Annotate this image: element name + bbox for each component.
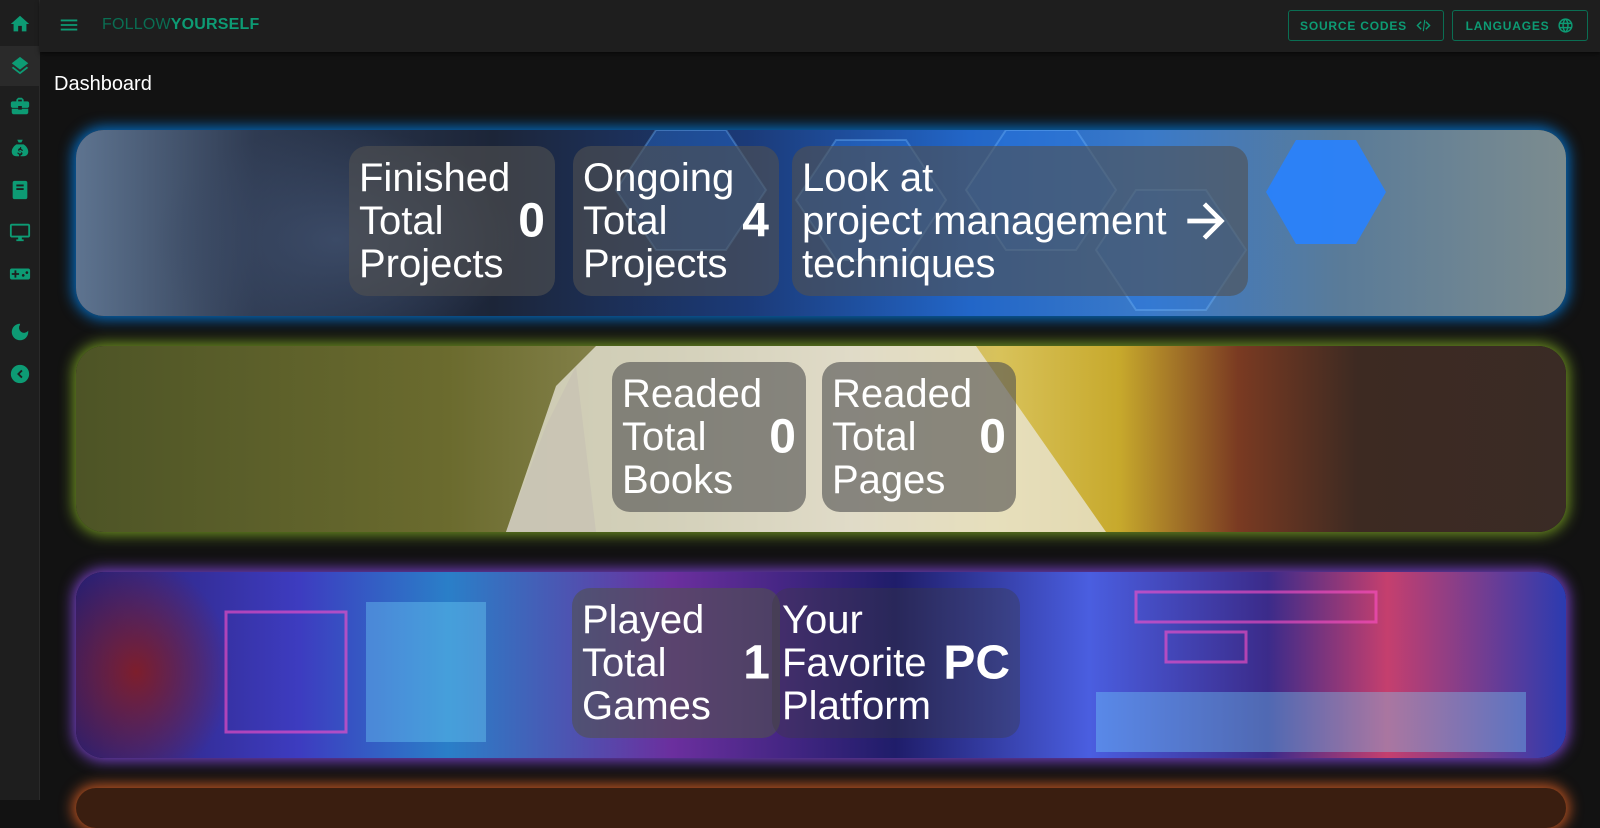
project-techniques-label: Look at project management techniques	[802, 155, 1167, 286]
next-card	[76, 788, 1566, 828]
sidebar-item-dashboard[interactable]	[0, 46, 40, 86]
favorite-platform-value: PC	[943, 636, 1010, 690]
sidebar-item-finance[interactable]	[0, 128, 40, 168]
menu-button[interactable]	[58, 14, 80, 36]
sidebar-item-media[interactable]	[0, 212, 40, 252]
moon-icon	[11, 323, 29, 341]
code-icon	[1416, 19, 1431, 32]
languages-label: LANGUAGES	[1465, 18, 1550, 33]
favorite-platform-tile: Your Favorite Platform PC	[772, 588, 1020, 738]
finished-projects-value: 0	[518, 194, 545, 248]
project-techniques-link[interactable]: Look at project management techniques	[792, 146, 1248, 296]
ongoing-projects-value: 4	[742, 194, 769, 248]
games-played-value: 1	[743, 636, 770, 690]
brand-logo[interactable]: FOLLOWYOURSELF	[102, 16, 259, 34]
gamepad-icon	[9, 268, 31, 280]
books-read-value: 0	[769, 410, 796, 464]
projects-card: Finished Total Projects 0 Ongoing Total …	[76, 130, 1566, 316]
globe-icon	[1558, 18, 1574, 33]
pages-read-label: Readed Total Pages	[832, 371, 973, 502]
books-read-tile: Readed Total Books 0	[612, 362, 806, 512]
games-card: Played Total Games 1 Your Favorite Platf…	[76, 572, 1566, 758]
sidebar-item-books[interactable]	[0, 170, 40, 210]
source-codes-button[interactable]: SOURCE CODES	[1288, 10, 1444, 41]
collapse-sidebar-button[interactable]	[0, 354, 40, 394]
top-app-bar: FOLLOWYOURSELF SOURCE CODES LANGUAGES	[40, 0, 1600, 52]
arrow-right-icon	[1187, 202, 1225, 240]
games-played-label: Played Total Games	[582, 597, 711, 728]
money-bag-icon	[11, 139, 29, 157]
languages-button[interactable]: LANGUAGES	[1452, 10, 1588, 41]
dark-mode-toggle[interactable]	[0, 312, 40, 352]
finished-projects-label: Finished Total Projects	[359, 155, 511, 286]
hamburger-menu-icon	[60, 19, 78, 31]
collapse-icon	[10, 364, 30, 384]
books-card: Readed Total Books 0 Readed Total Pages …	[76, 346, 1566, 532]
briefcase-icon	[10, 97, 30, 115]
favorite-platform-label: Your Favorite Platform	[782, 597, 931, 728]
pages-read-value: 0	[979, 410, 1006, 464]
layers-icon	[11, 56, 29, 75]
ongoing-projects-tile: Ongoing Total Projects 4	[573, 146, 779, 296]
finished-projects-tile: Finished Total Projects 0	[349, 146, 555, 296]
source-codes-label: SOURCE CODES	[1300, 18, 1407, 33]
book-icon	[12, 180, 28, 200]
brand-text-thin: FOLLOW	[102, 16, 171, 33]
pages-read-tile: Readed Total Pages 0	[822, 362, 1016, 512]
sidebar-rail	[0, 0, 40, 800]
brand-text-bold: YOURSELF	[170, 16, 260, 33]
monitor-icon	[9, 223, 31, 242]
sidebar-item-home[interactable]	[0, 4, 40, 44]
page-title: Dashboard	[54, 73, 152, 95]
open-book-image	[506, 346, 1106, 532]
ongoing-projects-label: Ongoing Total Projects	[583, 155, 735, 286]
books-read-label: Readed Total Books	[622, 371, 763, 502]
home-icon	[10, 15, 30, 32]
sidebar-item-projects[interactable]	[0, 86, 40, 126]
games-played-tile: Played Total Games 1	[572, 588, 780, 738]
sidebar-item-games[interactable]	[0, 254, 40, 294]
